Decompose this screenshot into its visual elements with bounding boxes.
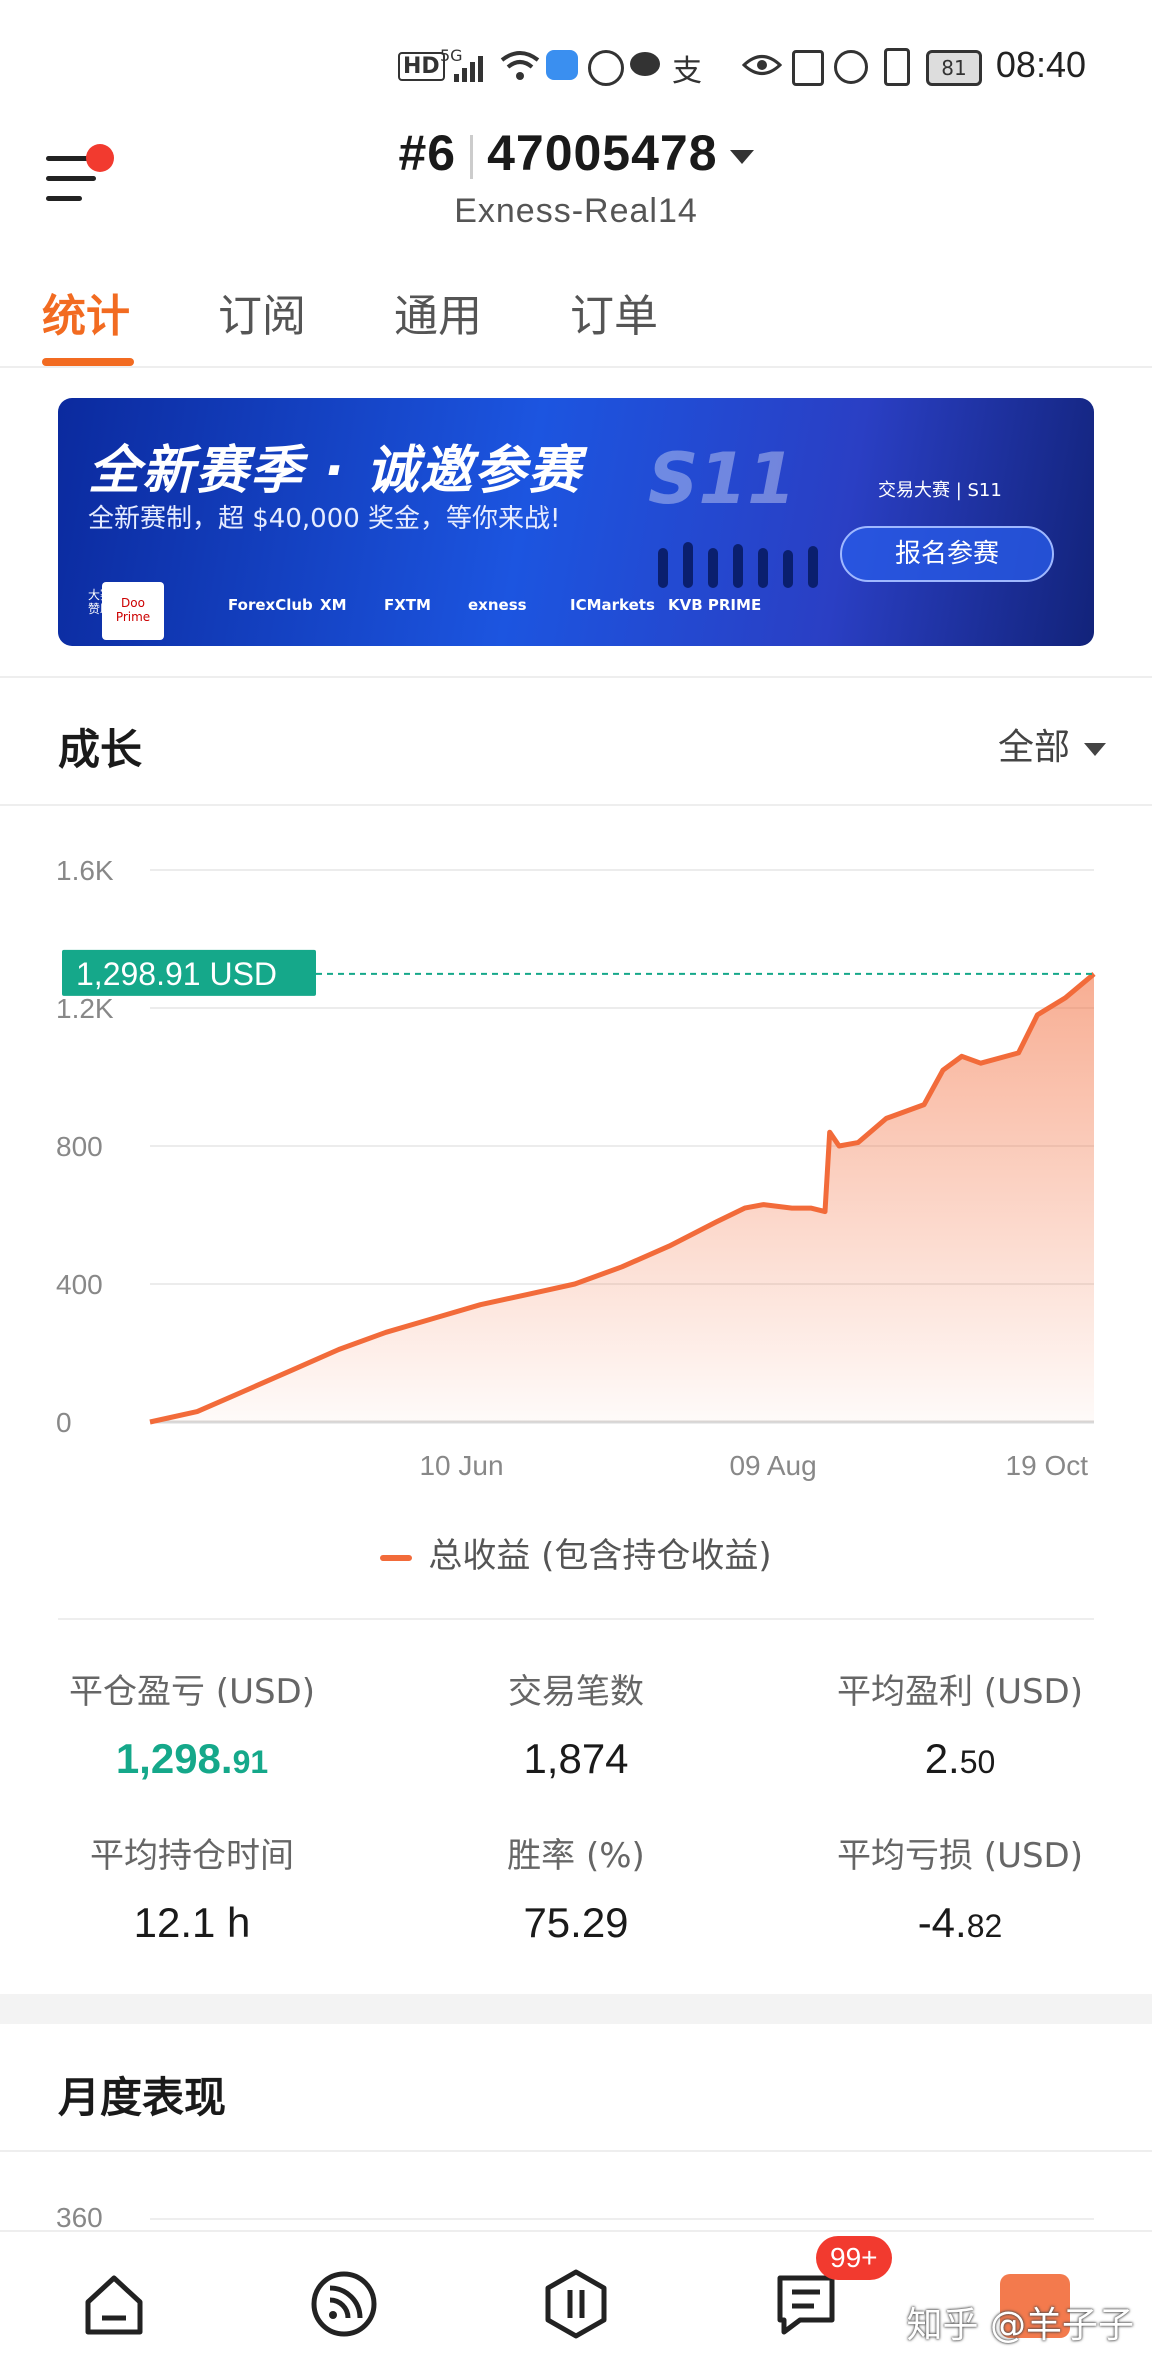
cloud-icon [546, 50, 578, 80]
growth-title: 成长 [58, 725, 143, 774]
monthly-title: 月度表现 [58, 2073, 227, 2122]
stat-avg-profit: 平均盈利 (USD) 2.50 [768, 1664, 1152, 1783]
separator [470, 134, 474, 179]
tab-subscribe[interactable]: 订阅 [218, 280, 306, 344]
tab-orders[interactable]: 订单 [570, 280, 658, 344]
legend-label: 总收益 (包含持仓收益) [428, 1536, 772, 1576]
tab-indicator [42, 358, 134, 366]
range-label: 全部 [997, 727, 1070, 768]
x-tick-label: 10 Jun [419, 1450, 503, 1481]
y-tick-label: 400 [56, 1269, 103, 1300]
browser-icon [588, 50, 624, 86]
account-number: 47005478 [487, 125, 718, 181]
section-gap [0, 1994, 1152, 2024]
stat-win-rate: 胜率 (%) 75.29 [384, 1828, 768, 1947]
tab-general[interactable]: 通用 [394, 280, 482, 344]
status-bar: HD 5G 支 81 08:40 [0, 0, 1152, 120]
messages-badge: 99+ [816, 2236, 892, 2280]
sponsor-exness: exness [468, 596, 527, 614]
stat-closed-pnl: 平仓盈亏 (USD) 1,298.91 [0, 1664, 384, 1783]
stat-value: 2.50 [924, 1735, 996, 1782]
sponsor-dooprime: Doo Prime [102, 582, 164, 640]
legend-swatch [380, 1554, 413, 1561]
stats-grid: 平仓盈亏 (USD) 1,298.91 交易笔数 1,874 平均盈利 (USD… [0, 1664, 1152, 1984]
divider [0, 676, 1152, 678]
nfc-icon [792, 50, 824, 86]
tab-bar: 统计 订阅 通用 订单 [0, 280, 1152, 368]
range-selector[interactable]: 全部 [998, 718, 1106, 770]
account-rank: #6 [398, 125, 457, 181]
y-tick-label: 1.2K [56, 993, 114, 1024]
chevron-down-icon [1084, 742, 1106, 756]
stat-avg-loss: 平均亏损 (USD) -4.82 [768, 1828, 1152, 1947]
watermark: 知乎 @羊子子 [906, 2305, 1134, 2346]
alarm-icon [834, 50, 868, 84]
chevron-down-icon [729, 149, 754, 164]
y-tick-label: 0 [56, 1407, 72, 1438]
banner-brand: 交易大赛 | S11 [878, 480, 1002, 501]
tab-statistics[interactable]: 统计 [42, 280, 130, 344]
sponsor-xm: XM [320, 596, 347, 614]
banner-subtitle: 全新赛制，超 $40,000 奖金，等你来战! [88, 504, 561, 534]
eye-icon [742, 55, 782, 75]
y-tick-label: 800 [56, 1131, 103, 1162]
promo-banner[interactable]: 全新赛季 · 诚邀参赛 全新赛制，超 $40,000 奖金，等你来战! S11 … [58, 398, 1094, 646]
current-value-tag: 1,298.91 USD [62, 949, 316, 996]
stat-label: 胜率 (%) [507, 1836, 645, 1876]
stat-trade-count: 交易笔数 1,874 [384, 1664, 768, 1783]
stat-value: 75.29 [523, 1899, 629, 1946]
x-tick-label: 19 Oct [1006, 1450, 1089, 1481]
signal-icon [454, 56, 483, 82]
banner-title: 全新赛季 · 诚邀参赛 [88, 441, 582, 501]
wifi-icon [500, 51, 540, 80]
account-selector[interactable]: #6 47005478 [0, 124, 1152, 182]
gridline [150, 2218, 1094, 2220]
x-tick-label: 09 Aug [729, 1450, 816, 1481]
stat-value: 1,298.91 [115, 1735, 269, 1782]
divider [0, 804, 1152, 806]
sponsor-forexclub: ForexClub [228, 596, 313, 614]
stat-label: 平均盈利 (USD) [837, 1672, 1083, 1712]
stat-label: 平均亏损 (USD) [837, 1836, 1083, 1876]
banner-season: S11 [648, 438, 796, 520]
register-button[interactable]: 报名参赛 [840, 526, 1054, 582]
alipay-icon: 支 [672, 54, 702, 89]
stat-label: 平仓盈亏 (USD) [69, 1672, 315, 1712]
server-name: Exness-Real14 [454, 192, 698, 230]
y-tick-label: 1.6K [56, 855, 114, 886]
chart-legend: 总收益 (包含持仓收益) [0, 1528, 1152, 1577]
home-icon[interactable] [78, 2268, 150, 2340]
stat-label: 交易笔数 [508, 1672, 644, 1712]
battery-icon: 81 [926, 50, 982, 86]
hd-icon: HD [398, 52, 445, 81]
sponsor-kvbprime: KVB PRIME [668, 596, 762, 614]
divider [0, 2150, 1152, 2152]
stat-avg-hold-time: 平均持仓时间 12.1 h [0, 1828, 384, 1947]
current-value-label: 1,298.91 USD [76, 956, 277, 992]
stat-value: -4.82 [917, 1899, 1003, 1946]
stat-label: 平均持仓时间 [90, 1836, 294, 1876]
chat-icon [630, 52, 660, 76]
vibrate-icon [884, 48, 910, 86]
divider [58, 1618, 1094, 1620]
stat-value: 12.1 h [133, 1899, 251, 1946]
stat-value: 1,874 [523, 1735, 629, 1782]
growth-area [150, 973, 1094, 1422]
sponsor-icmarkets: ICMarkets [570, 596, 655, 614]
trade-icon[interactable] [540, 2268, 612, 2340]
status-time: 08:40 [995, 44, 1086, 85]
feed-icon[interactable] [308, 2268, 380, 2340]
growth-chart: 0 400 800 1.2K 1.6K 10 Jun 09 Aug 19 Oct 1,298… [56, 855, 1096, 1481]
sponsor-fxtm: FXTM [384, 596, 431, 614]
sponsor-row: 大赛赞助 Doo Prime ForexClub XM FXTM exness … [88, 576, 1068, 640]
